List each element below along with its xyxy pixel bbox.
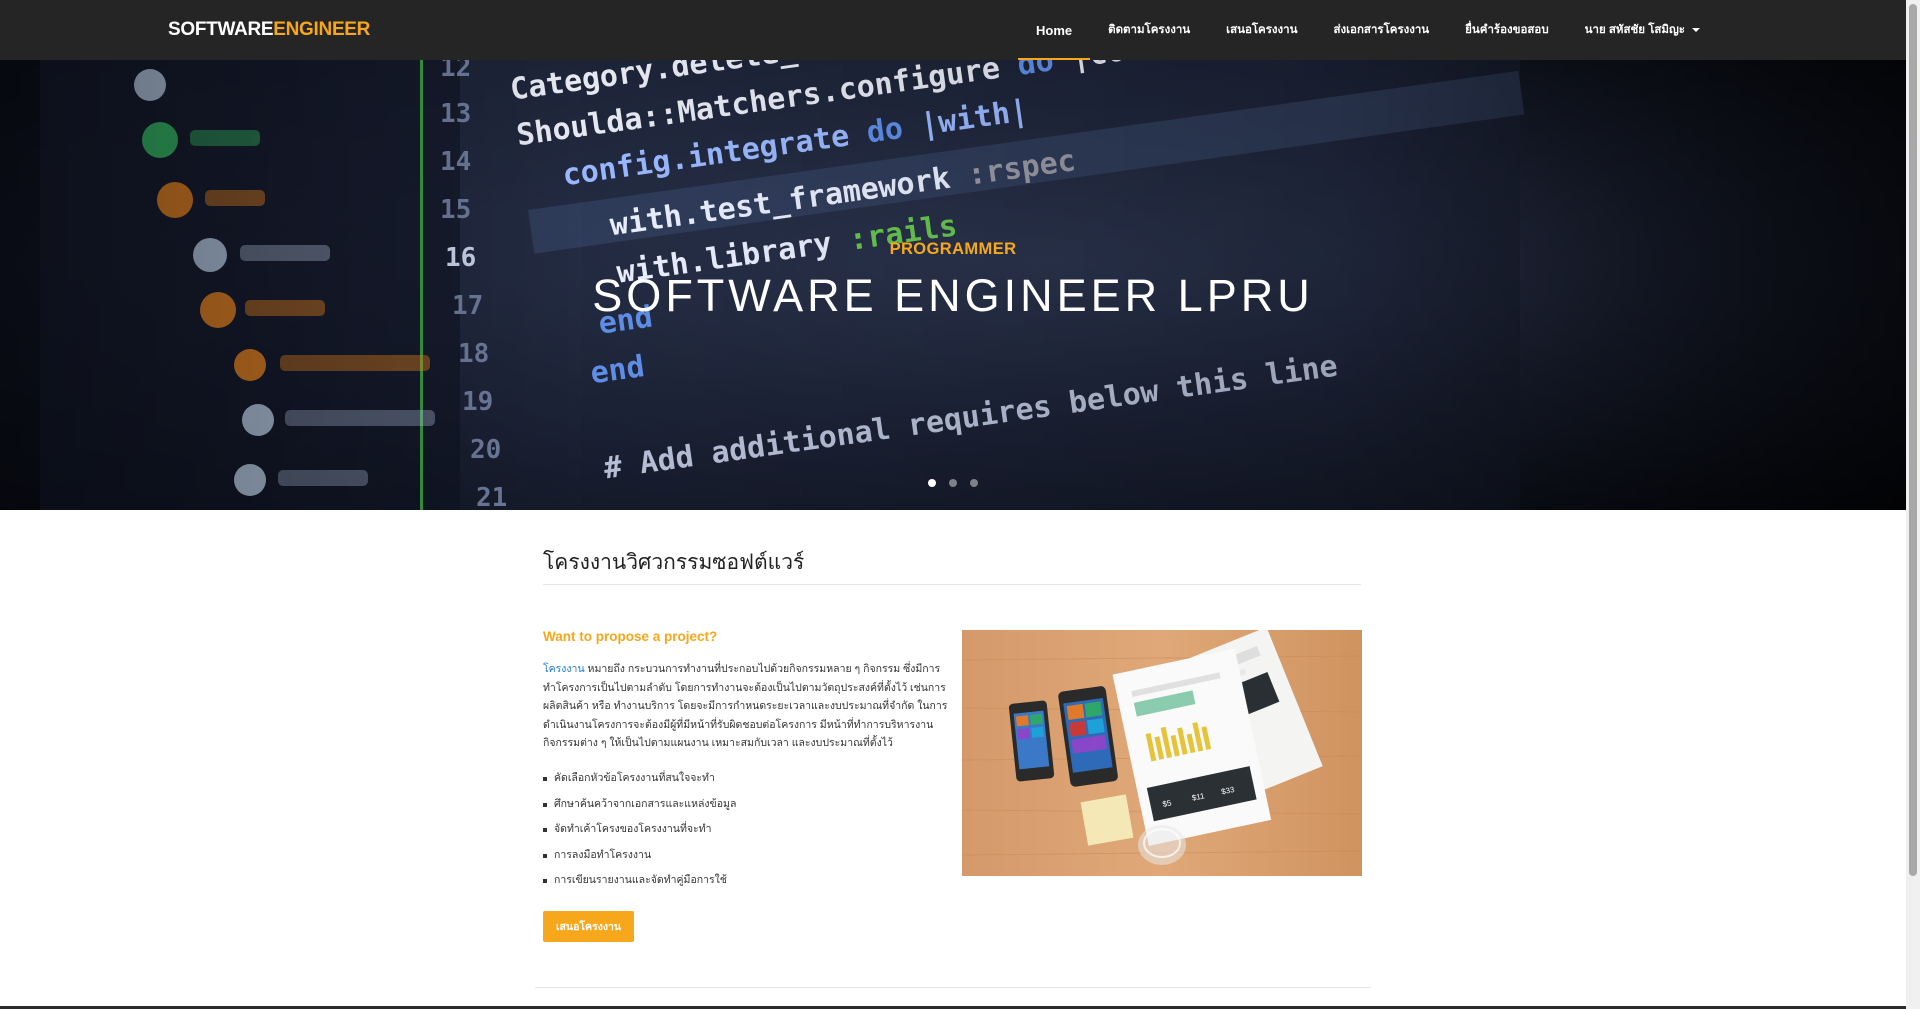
brand-part2: ENGINEER [273, 19, 371, 40]
user-menu-dropdown[interactable]: นาย สหัสชัย โสมิญะ [1567, 0, 1718, 60]
carousel-indicators [0, 479, 1906, 487]
project-photo: $5 $11 $33 [962, 630, 1362, 876]
carousel-dot-2[interactable] [949, 479, 957, 487]
scrollbar-thumb[interactable] [1909, 4, 1917, 876]
hero-title: SOFTWARE ENGINEER LPRU [592, 270, 1314, 321]
list-item: จัดทำเค้าโครงของโครงงานที่จะทำ [543, 821, 736, 847]
square-bullet-icon [543, 879, 547, 883]
list-item: คัดเลือกหัวข้อโครงงานที่สนใจจะทำ [543, 770, 736, 796]
nav-submit-documents[interactable]: ส่งเอกสารโครงงาน [1315, 0, 1447, 60]
square-bullet-icon [543, 828, 547, 832]
propose-heading: Want to propose a project? [543, 629, 718, 644]
top-navbar: SOFTWAREENGINEER Home ติดตามโครงงาน เสนอ… [0, 0, 1906, 60]
intro-paragraph: โครงงาน หมายถึง กระบวนการทำงานที่ประกอบไ… [543, 660, 948, 753]
section-title: โครงงานวิศวกรรมซอฟต์แวร์ [543, 551, 805, 574]
vertical-scrollbar[interactable] [1906, 0, 1920, 1009]
caret-down-icon [1692, 28, 1700, 32]
list-item: ศึกษาค้นคว้าจากเอกสารและแหล่งข้อมูล [543, 796, 736, 822]
list-item-label: คัดเลือกหัวข้อโครงงานที่สนใจจะทำ [554, 772, 715, 784]
carousel-dot-3[interactable] [970, 479, 978, 487]
nav-menu: Home ติดตามโครงงาน เสนอโครงงาน ส่งเอกสาร… [1017, 0, 1718, 60]
list-item-label: ศึกษาค้นคว้าจากเอกสารและแหล่งข้อมูล [554, 797, 737, 810]
intro-link[interactable]: โครงงาน [543, 663, 585, 675]
user-name: นาย สหัสชัย โสมิญะ [1584, 24, 1685, 36]
brand-part1: SOFTWARE [168, 19, 274, 40]
hero-kicker: PROGRAMMER [889, 240, 1017, 258]
list-item-label: จัดทำเค้าโครงของโครงงานที่จะทำ [554, 823, 712, 835]
steps-list: คัดเลือกหัวข้อโครงงานที่สนใจจะทำ ศึกษาค้… [543, 770, 736, 898]
square-bullet-icon [543, 853, 547, 858]
intro-text: หมายถึง กระบวนการทำงานที่ประกอบไปด้วยกิจ… [543, 663, 948, 749]
brand-logo[interactable]: SOFTWAREENGINEER [168, 19, 370, 41]
carousel-dot-1[interactable] [928, 479, 936, 487]
list-item-label: การลงมือทำโครงงาน [554, 848, 652, 861]
square-bullet-icon [543, 777, 547, 781]
nav-exam-request[interactable]: ยื่นคำร้องขอสอบ [1447, 0, 1566, 60]
square-bullet-icon [543, 802, 547, 807]
list-item: การเขียนรายงานและจัดทำคู่มือการใช้ [543, 872, 736, 898]
propose-project-button[interactable]: เสนอโครงงาน [543, 911, 634, 942]
section-divider [543, 584, 1361, 585]
nav-propose-project[interactable]: เสนอโครงงาน [1208, 0, 1315, 60]
footer-divider [535, 987, 1371, 988]
list-item: การลงมือทำโครงงาน [543, 847, 736, 873]
nav-track-project[interactable]: ติดตามโครงงาน [1090, 0, 1208, 60]
list-item-label: การเขียนรายงานและจัดทำคู่มือการใช้ [554, 874, 727, 886]
nav-home[interactable]: Home [1017, 0, 1091, 60]
hero-carousel: 12 13 14 15 16 17 18 19 20 21 Category.d… [0, 60, 1906, 510]
